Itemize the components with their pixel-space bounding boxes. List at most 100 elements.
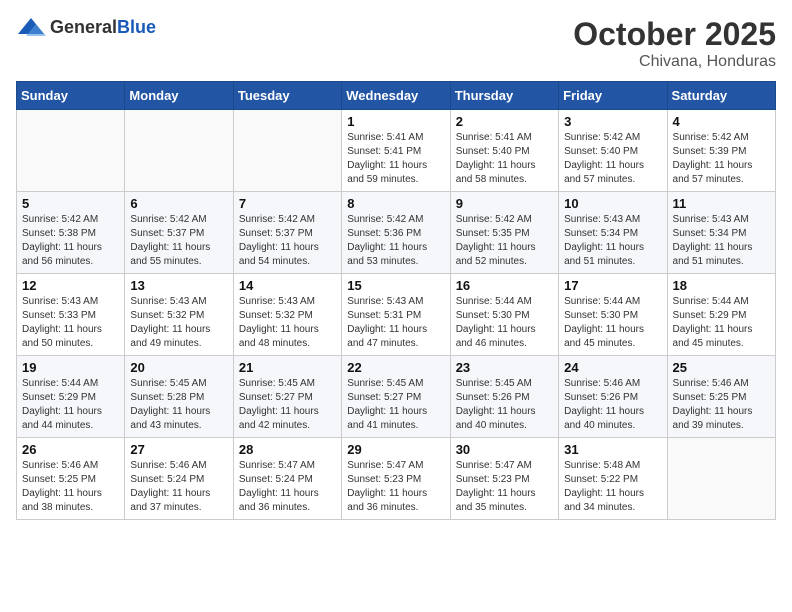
day-info: Sunrise: 5:42 AM Sunset: 5:35 PM Dayligh… — [456, 213, 553, 269]
weekday-header-thursday: Thursday — [450, 82, 558, 110]
day-number: 20 — [130, 360, 227, 375]
day-number: 3 — [564, 114, 661, 129]
day-number: 7 — [239, 196, 336, 211]
logo-general: General — [50, 17, 117, 37]
day-cell — [125, 110, 233, 192]
day-cell: 23 Sunrise: 5:45 AM Sunset: 5:26 PM Dayli… — [450, 356, 558, 438]
day-info: Sunrise: 5:44 AM Sunset: 5:30 PM Dayligh… — [456, 295, 553, 351]
day-info: Sunrise: 5:43 AM Sunset: 5:34 PM Dayligh… — [564, 213, 661, 269]
day-info: Sunrise: 5:41 AM Sunset: 5:40 PM Dayligh… — [456, 131, 553, 187]
day-cell: 12 Sunrise: 5:43 AM Sunset: 5:33 PM Dayli… — [17, 274, 125, 356]
month-title: October 2025 — [573, 16, 776, 53]
weekday-header-friday: Friday — [559, 82, 667, 110]
week-row-2: 5Sunrise: 5:42 AM Sunset: 5:38 PM Daylig… — [17, 192, 776, 274]
day-number: 11 — [673, 196, 770, 211]
day-cell: 10 Sunrise: 5:43 AM Sunset: 5:34 PM Dayli… — [559, 192, 667, 274]
day-info: Sunrise: 5:46 AM Sunset: 5:25 PM Dayligh… — [22, 459, 119, 515]
day-number: 1 — [347, 114, 444, 129]
weekday-header-wednesday: Wednesday — [342, 82, 450, 110]
day-number: 8 — [347, 196, 444, 211]
day-number: 9 — [456, 196, 553, 211]
day-cell: 2 Sunrise: 5:41 AM Sunset: 5:40 PM Daylig… — [450, 110, 558, 192]
day-number: 23 — [456, 360, 553, 375]
logo-icon — [16, 16, 46, 38]
day-info: Sunrise: 5:45 AM Sunset: 5:28 PM Dayligh… — [130, 377, 227, 433]
day-number: 24 — [564, 360, 661, 375]
weekday-header-tuesday: Tuesday — [233, 82, 341, 110]
day-info: Sunrise: 5:44 AM Sunset: 5:30 PM Dayligh… — [564, 295, 661, 351]
day-number: 12 — [22, 278, 119, 293]
day-cell: 17 Sunrise: 5:44 AM Sunset: 5:30 PM Dayli… — [559, 274, 667, 356]
title-area: October 2025 Chivana, Honduras — [573, 16, 776, 71]
day-cell: 3Sunrise: 5:42 AM Sunset: 5:40 PM Daylig… — [559, 110, 667, 192]
day-cell: 9 Sunrise: 5:42 AM Sunset: 5:35 PM Daylig… — [450, 192, 558, 274]
day-info: Sunrise: 5:42 AM Sunset: 5:38 PM Dayligh… — [22, 213, 119, 269]
day-cell: 11 Sunrise: 5:43 AM Sunset: 5:34 PM Dayli… — [667, 192, 775, 274]
day-number: 29 — [347, 442, 444, 457]
day-info: Sunrise: 5:46 AM Sunset: 5:26 PM Dayligh… — [564, 377, 661, 433]
day-cell: 24 Sunrise: 5:46 AM Sunset: 5:26 PM Dayli… — [559, 356, 667, 438]
logo: GeneralBlue — [16, 16, 156, 38]
day-number: 31 — [564, 442, 661, 457]
day-number: 14 — [239, 278, 336, 293]
day-info: Sunrise: 5:45 AM Sunset: 5:26 PM Dayligh… — [456, 377, 553, 433]
day-number: 30 — [456, 442, 553, 457]
day-number: 4 — [673, 114, 770, 129]
day-cell: 27 Sunrise: 5:46 AM Sunset: 5:24 PM Dayli… — [125, 438, 233, 520]
day-cell: 18Sunrise: 5:44 AM Sunset: 5:29 PM Dayli… — [667, 274, 775, 356]
day-number: 10 — [564, 196, 661, 211]
day-info: Sunrise: 5:41 AM Sunset: 5:41 PM Dayligh… — [347, 131, 444, 187]
week-row-5: 26 Sunrise: 5:46 AM Sunset: 5:25 PM Dayli… — [17, 438, 776, 520]
day-info: Sunrise: 5:42 AM Sunset: 5:37 PM Dayligh… — [239, 213, 336, 269]
day-number: 17 — [564, 278, 661, 293]
day-cell: 14 Sunrise: 5:43 AM Sunset: 5:32 PM Dayli… — [233, 274, 341, 356]
day-cell — [17, 110, 125, 192]
day-cell — [667, 438, 775, 520]
location-title: Chivana, Honduras — [573, 53, 776, 71]
day-info: Sunrise: 5:47 AM Sunset: 5:24 PM Dayligh… — [239, 459, 336, 515]
page-header: GeneralBlue October 2025 Chivana, Hondur… — [16, 16, 776, 71]
day-info: Sunrise: 5:43 AM Sunset: 5:32 PM Dayligh… — [239, 295, 336, 351]
day-cell: 26 Sunrise: 5:46 AM Sunset: 5:25 PM Dayli… — [17, 438, 125, 520]
day-cell — [233, 110, 341, 192]
day-number: 18 — [673, 278, 770, 293]
day-cell: 31 Sunrise: 5:48 AM Sunset: 5:22 PM Dayli… — [559, 438, 667, 520]
day-cell: 28Sunrise: 5:47 AM Sunset: 5:24 PM Dayli… — [233, 438, 341, 520]
weekday-header-saturday: Saturday — [667, 82, 775, 110]
day-info: Sunrise: 5:44 AM Sunset: 5:29 PM Dayligh… — [22, 377, 119, 433]
week-row-1: 1 Sunrise: 5:41 AM Sunset: 5:41 PM Daylig… — [17, 110, 776, 192]
day-cell: 29 Sunrise: 5:47 AM Sunset: 5:23 PM Dayli… — [342, 438, 450, 520]
day-cell: 8 Sunrise: 5:42 AM Sunset: 5:36 PM Daylig… — [342, 192, 450, 274]
day-info: Sunrise: 5:47 AM Sunset: 5:23 PM Dayligh… — [347, 459, 444, 515]
week-row-4: 19 Sunrise: 5:44 AM Sunset: 5:29 PM Dayli… — [17, 356, 776, 438]
day-number: 6 — [130, 196, 227, 211]
day-number: 27 — [130, 442, 227, 457]
day-info: Sunrise: 5:42 AM Sunset: 5:39 PM Dayligh… — [673, 131, 770, 187]
day-info: Sunrise: 5:46 AM Sunset: 5:25 PM Dayligh… — [673, 377, 770, 433]
day-info: Sunrise: 5:43 AM Sunset: 5:34 PM Dayligh… — [673, 213, 770, 269]
day-cell: 5Sunrise: 5:42 AM Sunset: 5:38 PM Daylig… — [17, 192, 125, 274]
day-info: Sunrise: 5:45 AM Sunset: 5:27 PM Dayligh… — [347, 377, 444, 433]
day-cell: 30Sunrise: 5:47 AM Sunset: 5:23 PM Dayli… — [450, 438, 558, 520]
day-info: Sunrise: 5:43 AM Sunset: 5:33 PM Dayligh… — [22, 295, 119, 351]
weekday-header-monday: Monday — [125, 82, 233, 110]
day-cell: 25 Sunrise: 5:46 AM Sunset: 5:25 PM Dayli… — [667, 356, 775, 438]
day-info: Sunrise: 5:45 AM Sunset: 5:27 PM Dayligh… — [239, 377, 336, 433]
day-number: 26 — [22, 442, 119, 457]
day-cell: 6Sunrise: 5:42 AM Sunset: 5:37 PM Daylig… — [125, 192, 233, 274]
logo-blue: Blue — [117, 17, 156, 37]
day-number: 2 — [456, 114, 553, 129]
day-info: Sunrise: 5:43 AM Sunset: 5:32 PM Dayligh… — [130, 295, 227, 351]
day-cell: 4 Sunrise: 5:42 AM Sunset: 5:39 PM Daylig… — [667, 110, 775, 192]
day-number: 15 — [347, 278, 444, 293]
day-number: 13 — [130, 278, 227, 293]
calendar-table: SundayMondayTuesdayWednesdayThursdayFrid… — [16, 81, 776, 520]
day-info: Sunrise: 5:48 AM Sunset: 5:22 PM Dayligh… — [564, 459, 661, 515]
day-cell: 15Sunrise: 5:43 AM Sunset: 5:31 PM Dayli… — [342, 274, 450, 356]
day-cell: 1 Sunrise: 5:41 AM Sunset: 5:41 PM Daylig… — [342, 110, 450, 192]
day-info: Sunrise: 5:46 AM Sunset: 5:24 PM Dayligh… — [130, 459, 227, 515]
day-cell: 22Sunrise: 5:45 AM Sunset: 5:27 PM Dayli… — [342, 356, 450, 438]
day-number: 19 — [22, 360, 119, 375]
day-info: Sunrise: 5:42 AM Sunset: 5:36 PM Dayligh… — [347, 213, 444, 269]
day-number: 25 — [673, 360, 770, 375]
